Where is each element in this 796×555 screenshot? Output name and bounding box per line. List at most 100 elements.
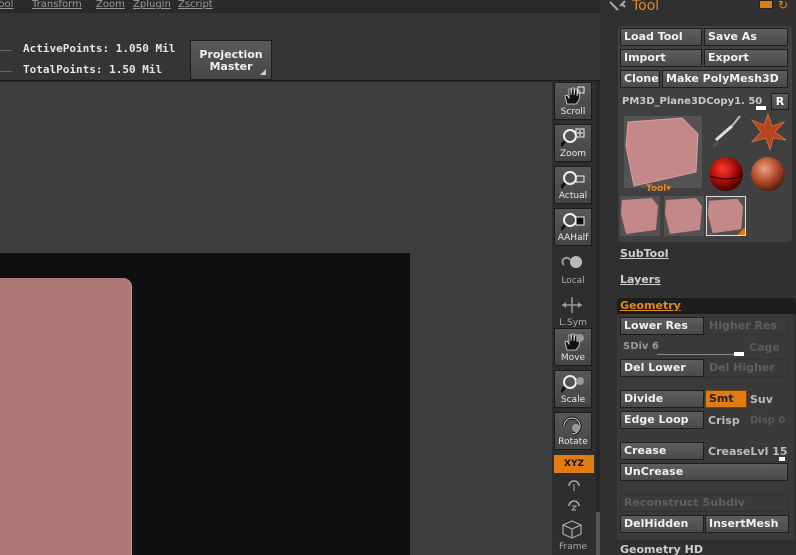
crisp-toggle[interactable]: Crisp bbox=[708, 414, 740, 427]
geometry-title: Geometry bbox=[620, 299, 681, 312]
del-higher-button[interactable]: Del Higher bbox=[705, 359, 789, 377]
del-lower-button[interactable]: Del Lower bbox=[620, 359, 704, 377]
clone-button[interactable]: Clone bbox=[620, 70, 660, 88]
edge-loop-button[interactable]: Edge Loop bbox=[620, 411, 704, 429]
divide-button[interactable]: Divide bbox=[620, 390, 704, 408]
plane-mesh[interactable] bbox=[0, 278, 132, 555]
uncrease-button[interactable]: UnCrease bbox=[620, 463, 788, 481]
symmetry-icon bbox=[562, 297, 582, 313]
sdiv-slider-thumb[interactable] bbox=[734, 352, 744, 356]
z-axis-rotate-icon[interactable] bbox=[566, 498, 582, 512]
aahalf-label: AAHalf bbox=[557, 233, 589, 243]
canvas-viewport[interactable] bbox=[0, 82, 552, 555]
suv-toggle[interactable]: Suv bbox=[750, 393, 773, 406]
insert-mesh-button[interactable]: InsertMesh bbox=[705, 515, 789, 533]
crease-level-slider-thumb[interactable] bbox=[779, 457, 785, 461]
aahalf-button[interactable]: AAHalf bbox=[554, 208, 592, 246]
active-points-readout: ActivePoints: 1.050 Mil bbox=[23, 42, 176, 55]
rotate-button[interactable]: Rotate bbox=[554, 412, 592, 450]
menu-zoom[interactable]: Zoom bbox=[96, 0, 125, 10]
menu-zplugin[interactable]: Zplugin bbox=[133, 0, 171, 10]
import-button[interactable]: Import bbox=[620, 49, 702, 67]
menu-bar: Tool Transform Zoom Zplugin Zscript bbox=[0, 0, 600, 13]
r-button[interactable]: R bbox=[771, 93, 789, 110]
simplebrush-icon[interactable] bbox=[710, 114, 744, 148]
reconstruct-subdiv-button[interactable]: Reconstruct Subdiv bbox=[620, 494, 788, 512]
move-icon bbox=[564, 333, 584, 351]
xyz-rotate-button[interactable]: XYZ bbox=[554, 455, 594, 473]
frame-label: Frame bbox=[558, 542, 588, 552]
crease-level-slider[interactable]: CreaseLvl 15 bbox=[708, 445, 787, 458]
plane-thumbnail-icon bbox=[625, 117, 699, 187]
load-tool-button[interactable]: Load Tool bbox=[620, 28, 702, 46]
geometry-section: Lower Res Higher Res SDiv 6 Cage Del Low… bbox=[617, 314, 794, 540]
palette-menu-icon[interactable] bbox=[759, 0, 773, 9]
layers-section-header[interactable]: Layers bbox=[620, 273, 661, 286]
scroll-label: Scroll bbox=[560, 107, 586, 117]
hand-icon bbox=[564, 86, 585, 105]
disp-slider[interactable]: Disp 0 bbox=[750, 415, 785, 426]
corner-triangle-icon bbox=[260, 69, 266, 75]
sphere3d-red-icon[interactable] bbox=[706, 154, 746, 194]
recent-tool-thumb-selected[interactable] bbox=[706, 196, 746, 236]
subtool-section-header[interactable]: SubTool bbox=[620, 247, 669, 260]
current-tool-thumbnail[interactable] bbox=[624, 116, 702, 188]
star-tool-icon[interactable] bbox=[748, 112, 788, 152]
plane-thumbnail-icon bbox=[665, 198, 702, 234]
move-button[interactable]: Move bbox=[554, 328, 592, 366]
actual-button[interactable]: Actual bbox=[554, 166, 592, 204]
rotate-label: Rotate bbox=[558, 437, 588, 447]
cube-icon bbox=[562, 520, 582, 539]
menu-tool[interactable]: Tool bbox=[0, 0, 13, 10]
tool-dropdown-label[interactable]: Tool▾ bbox=[646, 184, 671, 194]
magnifier-icon bbox=[561, 128, 585, 147]
frame-button[interactable]: Frame bbox=[554, 516, 592, 554]
zoom-label: Zoom bbox=[560, 149, 586, 159]
y-axis-rotate-icon[interactable] bbox=[566, 478, 582, 492]
save-as-button[interactable]: Save As bbox=[704, 28, 788, 46]
tool-name-slider[interactable] bbox=[756, 106, 766, 110]
right-shelf: Scroll Zoom Actual AAHalf Local L.Sym Mo… bbox=[552, 82, 598, 555]
sphere3d-icon[interactable] bbox=[748, 154, 788, 194]
lsym-button[interactable]: L.Sym bbox=[554, 292, 592, 330]
geometry-section-header[interactable]: Geometry bbox=[617, 298, 796, 314]
xyz-label: XYZ bbox=[564, 459, 584, 469]
scale-button[interactable]: Scale bbox=[554, 370, 592, 408]
crease-button[interactable]: Crease bbox=[620, 442, 704, 460]
rotate-icon bbox=[562, 416, 582, 436]
sdiv-slider-label[interactable]: SDiv 6 bbox=[623, 341, 659, 352]
recent-tool-thumb[interactable] bbox=[620, 196, 660, 236]
palette-title: Tool bbox=[632, 0, 660, 14]
plane-thumbnail-icon bbox=[707, 198, 745, 235]
smt-toggle[interactable]: Smt bbox=[705, 390, 747, 408]
total-points-readout: TotalPoints: 1.50 Mil bbox=[23, 63, 163, 76]
menu-transform[interactable]: Transform bbox=[32, 0, 82, 10]
current-tool-name[interactable]: PM3D_Plane3DCopy1. 50 bbox=[622, 96, 762, 107]
aahalf-icon bbox=[561, 213, 585, 231]
tool-section: Load Tool Save As Import Export Clone Ma… bbox=[618, 26, 792, 242]
projection-master-button[interactable]: Projection Master bbox=[190, 40, 272, 80]
cage-button[interactable]: Cage bbox=[749, 341, 780, 354]
make-polymesh3d-button[interactable]: Make PolyMesh3D bbox=[662, 70, 788, 88]
actual-size-icon bbox=[561, 171, 585, 189]
lower-res-button[interactable]: Lower Res bbox=[620, 317, 704, 335]
palette-dock-icon[interactable]: ↻ bbox=[778, 0, 788, 12]
local-button[interactable]: Local bbox=[554, 250, 592, 288]
lsym-label: L.Sym bbox=[559, 318, 587, 328]
actual-label: Actual bbox=[558, 191, 588, 201]
scale-icon bbox=[561, 375, 584, 393]
scale-label: Scale bbox=[560, 395, 586, 405]
tool-palette: Tool ↻ Load Tool Save As Import Export C… bbox=[600, 0, 796, 555]
geometry-hd-section-header[interactable]: Geometry HD bbox=[620, 543, 703, 555]
export-button[interactable]: Export bbox=[704, 49, 788, 67]
divider bbox=[0, 50, 12, 51]
zoom-button[interactable]: Zoom bbox=[554, 124, 592, 162]
scroll-button[interactable]: Scroll bbox=[554, 82, 592, 120]
del-hidden-button[interactable]: DelHidden bbox=[620, 515, 704, 533]
wrench-icon bbox=[609, 0, 626, 11]
recent-tool-thumb[interactable] bbox=[664, 196, 704, 236]
top-info-bar: ActivePoints: 1.050 Mil TotalPoints: 1.5… bbox=[0, 13, 600, 81]
higher-res-button[interactable]: Higher Res bbox=[705, 317, 789, 335]
sdiv-slider-track[interactable] bbox=[657, 354, 741, 355]
menu-zscript[interactable]: Zscript bbox=[178, 0, 213, 10]
